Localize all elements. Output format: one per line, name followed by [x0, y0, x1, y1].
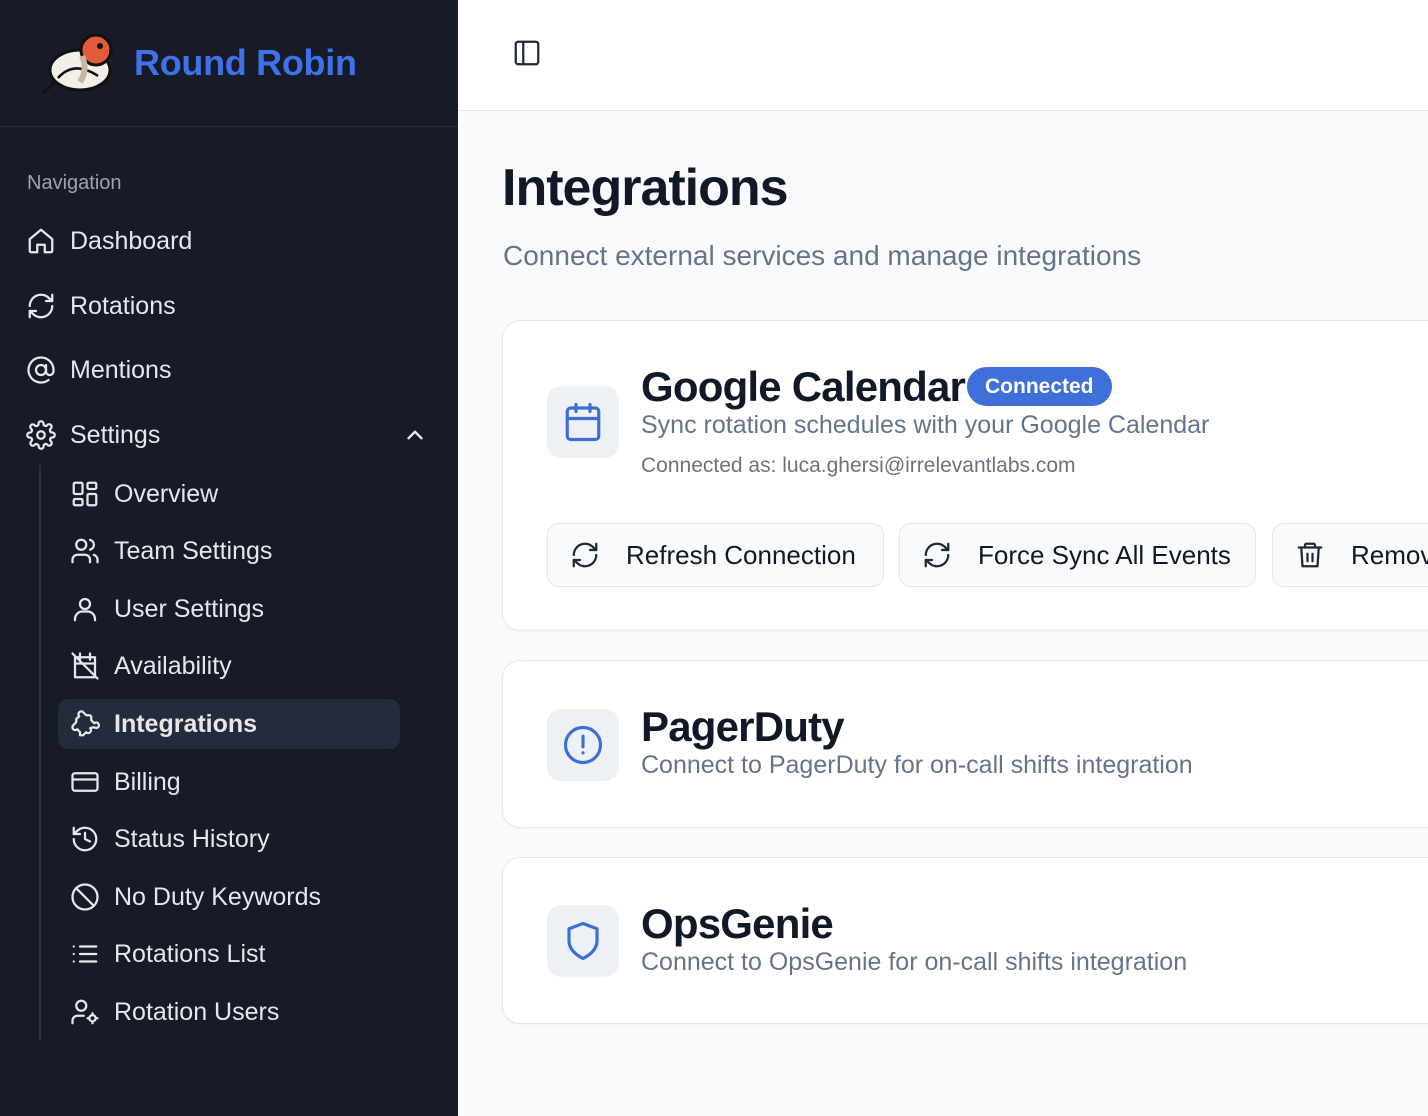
integration-icon-box — [547, 386, 619, 458]
button-label: Refresh Connection — [626, 539, 856, 570]
puzzle-icon — [71, 710, 100, 737]
sidebar-item-label: Settings — [70, 420, 161, 449]
refresh-icon — [924, 542, 950, 568]
sidebar-item-no-duty-keywords[interactable]: No Duty Keywords — [58, 872, 400, 922]
sidebar-item-rotation-users[interactable]: Rotation Users — [58, 987, 400, 1037]
shield-icon — [567, 921, 599, 961]
sidebar-item-status-history[interactable]: Status History — [58, 814, 400, 864]
gear-icon — [26, 420, 56, 450]
nav-heading: Navigation — [27, 172, 122, 194]
integration-icon-box — [547, 905, 619, 977]
page-subtitle: Connect external services and manage int… — [503, 240, 1142, 271]
integration-description: Sync rotation schedules with your Google… — [641, 411, 1210, 439]
sidebar: Round Robin Navigation Dashboard Rotatio… — [0, 0, 458, 1116]
integration-card-pagerduty[interactable]: PagerDuty Connect to PagerDuty for on-ca… — [502, 660, 1428, 828]
list-icon — [72, 945, 98, 963]
sidebar-toggle-icon[interactable] — [512, 38, 542, 68]
sidebar-item-team-settings[interactable]: Team Settings — [58, 526, 400, 576]
ban-icon — [71, 883, 99, 911]
integration-card-google-calendar: Google Calendar Connected Sync rotation … — [502, 320, 1428, 631]
sidebar-item-label: Availability — [114, 651, 232, 680]
sidebar-item-label: Rotation Users — [114, 997, 280, 1026]
page-title: Integrations — [502, 159, 789, 217]
robin-logo-icon — [42, 33, 115, 94]
submenu-divider — [39, 465, 41, 1041]
sidebar-item-label: Status History — [114, 824, 270, 853]
sidebar-item-availability[interactable]: Availability — [58, 641, 400, 691]
user-cog-icon — [71, 999, 99, 1025]
chevron-up-icon[interactable] — [402, 422, 428, 448]
refresh-icon — [572, 542, 598, 568]
integration-description: Connect to PagerDuty for on-call shifts … — [641, 751, 1193, 779]
integration-card-opsgenie[interactable]: OpsGenie Connect to OpsGenie for on-call… — [502, 857, 1428, 1024]
sidebar-item-billing[interactable]: Billing — [58, 757, 400, 807]
top-bar — [458, 0, 1428, 111]
integration-icon-box — [547, 709, 619, 781]
calendar-off-icon — [71, 652, 99, 680]
brand[interactable]: Round Robin — [0, 0, 458, 127]
sidebar-item-label: Integrations — [114, 709, 258, 738]
at-sign-icon — [27, 356, 55, 384]
users-icon — [71, 538, 99, 564]
refresh-icon — [28, 293, 54, 319]
sidebar-item-rotations-list[interactable]: Rotations List — [58, 929, 400, 979]
integration-description: Connect to OpsGenie for on-call shifts i… — [641, 948, 1188, 976]
status-badge: Connected — [967, 367, 1112, 406]
history-icon — [72, 826, 98, 852]
remove-button[interactable]: Remove — [1272, 523, 1428, 587]
sidebar-item-rotations[interactable]: Rotations — [26, 291, 176, 321]
sidebar-item-label: Mentions — [70, 355, 172, 384]
sidebar-item-label: No Duty Keywords — [114, 882, 322, 911]
refresh-connection-button[interactable]: Refresh Connection — [547, 523, 884, 587]
sidebar-item-integrations[interactable]: Integrations — [58, 699, 400, 749]
force-sync-button[interactable]: Force Sync All Events — [899, 523, 1256, 587]
sidebar-item-dashboard[interactable]: Dashboard — [26, 226, 192, 256]
trash-icon — [1297, 542, 1323, 568]
sidebar-item-label: User Settings — [114, 594, 265, 623]
button-label: Remove — [1351, 539, 1428, 570]
grid-icon — [72, 481, 98, 507]
sidebar-item-mentions[interactable]: Mentions — [26, 355, 171, 385]
sidebar-item-label: Dashboard — [70, 226, 193, 255]
calendar-icon — [565, 402, 601, 442]
button-label: Force Sync All Events — [978, 539, 1231, 570]
alert-circle-icon — [563, 725, 603, 765]
connected-account: Connected as: luca.ghersi@irrelevantlabs… — [641, 454, 1076, 477]
sidebar-item-label: Team Settings — [114, 536, 273, 565]
sidebar-item-settings[interactable]: Settings — [26, 420, 436, 450]
integration-title: PagerDuty — [641, 703, 845, 750]
sidebar-item-user-settings[interactable]: User Settings — [58, 584, 400, 634]
credit-card-icon — [71, 772, 99, 792]
integration-title: Google Calendar — [641, 363, 966, 410]
integration-title: OpsGenie — [641, 900, 834, 947]
sidebar-item-overview[interactable]: Overview — [58, 469, 400, 519]
home-icon — [28, 228, 54, 254]
sidebar-item-label: Rotations List — [114, 939, 266, 968]
user-icon — [73, 597, 97, 622]
sidebar-item-label: Overview — [114, 479, 219, 508]
app-name: Round Robin — [134, 42, 357, 83]
sidebar-item-label: Rotations — [70, 291, 176, 320]
sidebar-item-label: Billing — [114, 767, 181, 796]
